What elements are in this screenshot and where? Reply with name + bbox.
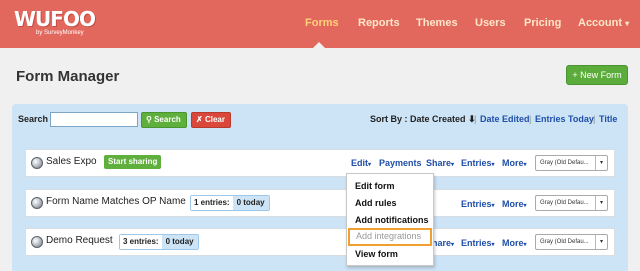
search-icon: ⚲ bbox=[146, 115, 155, 124]
new-form-button[interactable]: + New Form bbox=[566, 65, 628, 85]
theme-select-value: Gray (Old Defau... bbox=[540, 160, 589, 166]
more-menu-trigger[interactable]: More▾ bbox=[502, 199, 527, 209]
entries-today: 0 today bbox=[161, 235, 198, 249]
entries-count: 3 entries: bbox=[120, 235, 162, 249]
entries-count: 1 entries: bbox=[191, 196, 233, 210]
share-menu-trigger[interactable]: Share▾ bbox=[426, 158, 454, 168]
nav-account-label: Account bbox=[578, 17, 622, 29]
entries-today: 0 today bbox=[232, 196, 269, 210]
chevron-down-icon: ▾ bbox=[595, 156, 607, 170]
close-icon: ✗ bbox=[196, 115, 205, 124]
search-label: Search bbox=[18, 114, 49, 124]
entries-menu-trigger[interactable]: Entries▾ bbox=[461, 158, 495, 168]
payments-link[interactable]: Payments bbox=[379, 158, 422, 168]
sort-separator: | bbox=[529, 114, 532, 124]
menu-item-add-integrations[interactable]: Add integrations bbox=[348, 228, 432, 246]
search-button[interactable]: ⚲ Search bbox=[141, 112, 187, 128]
logo-wordmark: WUFOO bbox=[14, 7, 96, 31]
edit-menu-trigger[interactable]: Edit▾ bbox=[351, 158, 371, 168]
clear-button[interactable]: ✗ Clear bbox=[191, 112, 231, 128]
theme-select[interactable]: Gray (Old Defau... ▾ bbox=[535, 234, 608, 250]
wufoo-logo[interactable]: WUFOO by SurveyMonkey bbox=[14, 7, 96, 40]
chevron-down-icon: ▾ bbox=[368, 162, 372, 168]
form-row: Form Name Matches OP Name 1 entries: 0 to… bbox=[25, 189, 615, 217]
sort-date-created[interactable]: Date Created bbox=[410, 114, 466, 124]
logo-tagline: by SurveyMonkey bbox=[36, 30, 84, 36]
search-button-label: Search bbox=[154, 115, 181, 124]
form-name[interactable]: Form Name Matches OP Name bbox=[46, 196, 186, 207]
chevron-down-icon: ▾ bbox=[595, 196, 607, 210]
nav-users[interactable]: Users bbox=[475, 0, 506, 48]
menu-item-add-rules[interactable]: Add rules bbox=[355, 198, 397, 208]
search-input[interactable] bbox=[50, 112, 138, 127]
chevron-down-icon: ▾ bbox=[451, 242, 455, 248]
form-row: Sales Expo Start sharing Edit▾ Payments … bbox=[25, 149, 615, 177]
sort-separator: | bbox=[593, 114, 596, 124]
start-sharing-badge[interactable]: Start sharing bbox=[104, 155, 162, 169]
sort-entries-today[interactable]: Entries Today bbox=[535, 114, 594, 124]
page-title: Form Manager bbox=[16, 68, 120, 85]
chevron-down-icon: ▾ bbox=[491, 203, 495, 209]
form-name[interactable]: Sales Expo bbox=[46, 156, 97, 167]
more-menu-trigger[interactable]: More▾ bbox=[502, 238, 527, 248]
nav-pricing[interactable]: Pricing bbox=[524, 0, 561, 48]
entries-menu-trigger[interactable]: Entries▾ bbox=[461, 238, 495, 248]
sort-title[interactable]: Title bbox=[599, 114, 617, 124]
sort-by-text: Sort By : bbox=[370, 114, 408, 124]
theme-select-value: Gray (Old Defau... bbox=[540, 200, 589, 206]
active-tab-indicator bbox=[313, 42, 325, 48]
entries-menu-trigger[interactable]: Entries▾ bbox=[461, 199, 495, 209]
globe-icon bbox=[31, 197, 43, 209]
nav-forms[interactable]: Forms bbox=[305, 0, 339, 48]
chevron-down-icon: ▾ bbox=[491, 242, 495, 248]
chevron-down-icon: ▾ bbox=[491, 162, 495, 168]
nav-themes[interactable]: Themes bbox=[416, 0, 458, 48]
sort-separator: | bbox=[474, 114, 477, 124]
menu-item-view-form[interactable]: View form bbox=[355, 249, 398, 259]
sort-by-label: Sort By : Date Created ⬇ bbox=[370, 114, 476, 125]
nav-reports[interactable]: Reports bbox=[358, 0, 400, 48]
nav-account[interactable]: Account ▾ bbox=[578, 0, 629, 48]
globe-icon bbox=[31, 236, 43, 248]
chevron-down-icon: ▾ bbox=[523, 242, 527, 248]
chevron-down-icon: ▾ bbox=[625, 19, 630, 28]
theme-select[interactable]: Gray (Old Defau... ▾ bbox=[535, 195, 608, 211]
entries-badge[interactable]: 1 entries: 0 today bbox=[190, 195, 270, 211]
globe-icon bbox=[31, 157, 43, 169]
form-row: Demo Request 3 entries: 0 today Share▾ En… bbox=[25, 228, 615, 256]
menu-item-edit-form[interactable]: Edit form bbox=[355, 181, 395, 191]
chevron-down-icon: ▾ bbox=[523, 162, 527, 168]
edit-dropdown-menu: Edit form Add rules Add notifications Ad… bbox=[346, 173, 434, 266]
sort-date-edited[interactable]: Date Edited bbox=[480, 114, 530, 124]
clear-button-label: Clear bbox=[204, 115, 225, 124]
more-menu-trigger[interactable]: More▾ bbox=[502, 158, 527, 168]
chevron-down-icon: ▾ bbox=[523, 203, 527, 209]
top-nav-bar: WUFOO by SurveyMonkey Forms Reports Them… bbox=[0, 0, 640, 48]
menu-item-add-notifications[interactable]: Add notifications bbox=[355, 215, 429, 225]
theme-select[interactable]: Gray (Old Defau... ▾ bbox=[535, 155, 608, 171]
chevron-down-icon: ▾ bbox=[451, 162, 455, 168]
chevron-down-icon: ▾ bbox=[595, 235, 607, 249]
form-name[interactable]: Demo Request bbox=[46, 235, 113, 246]
entries-badge[interactable]: 3 entries: 0 today bbox=[119, 234, 199, 250]
theme-select-value: Gray (Old Defau... bbox=[540, 239, 589, 245]
